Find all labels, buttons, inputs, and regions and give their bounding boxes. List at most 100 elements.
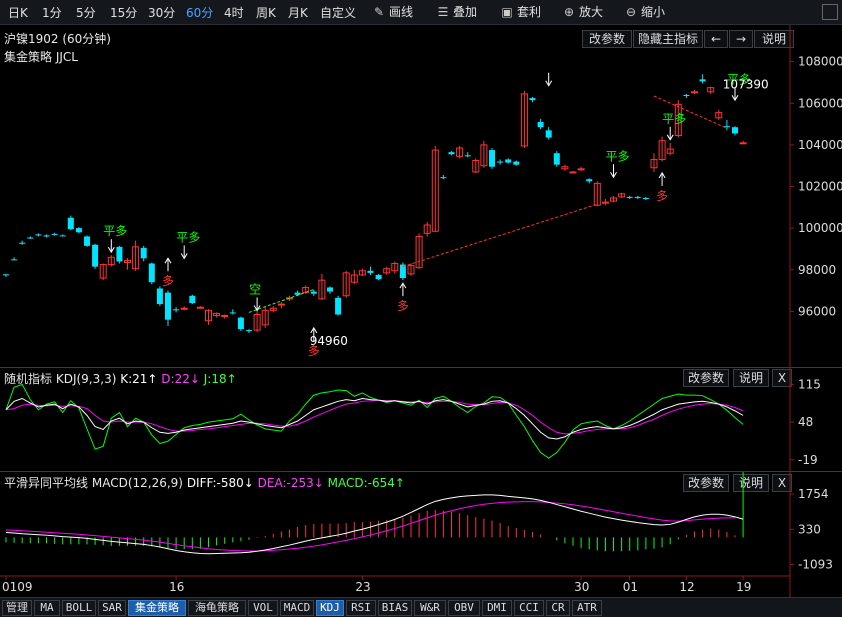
- draw-line-button[interactable]: ✎ 画线: [372, 3, 413, 20]
- overlay-label: 叠加: [453, 5, 478, 19]
- candle-body: [140, 247, 147, 259]
- indicator-tab[interactable]: 海龟策略: [188, 600, 246, 616]
- indicator-tab-bar: 管理 MA BOLL SAR 集金策略 海龟策略 VOL MACD KDJ RSI BIAS W&R O…: [0, 597, 842, 617]
- indicator-tab[interactable]: SAR: [98, 600, 126, 616]
- zoom-in-button[interactable]: ⊕ 放大: [562, 3, 603, 20]
- signal-duo: 多: [397, 299, 409, 313]
- y-tick-label: -19: [798, 453, 818, 467]
- indicator-tab[interactable]: W&R: [414, 600, 446, 616]
- candle-body: [59, 235, 66, 237]
- x-tick-label: 12: [679, 580, 694, 594]
- candle-body: [489, 150, 495, 167]
- candle-body: [577, 168, 585, 171]
- period-30min[interactable]: 30分: [148, 4, 175, 21]
- indicator-tab[interactable]: BOLL: [62, 600, 96, 616]
- candle-body: [626, 196, 633, 198]
- candle-body: [67, 217, 74, 230]
- signal-pingduo: 平多: [176, 230, 200, 244]
- candle-body: [691, 91, 698, 94]
- candle-body: [440, 177, 447, 179]
- period-weekly[interactable]: 周K: [256, 4, 276, 21]
- signal-pingduo: 平多: [606, 149, 630, 163]
- indicator-tab[interactable]: 管理: [2, 600, 32, 616]
- candle-body: [156, 288, 163, 305]
- y-tick-label: 108000: [798, 55, 842, 69]
- candle-body: [545, 130, 552, 138]
- pencil-icon: ✎: [373, 5, 385, 19]
- candle-body: [165, 292, 171, 320]
- zoom-out-label: 缩小: [641, 5, 666, 19]
- y-tick-label: 115: [798, 377, 821, 391]
- candle-body: [148, 263, 155, 283]
- candle-body: [586, 179, 593, 182]
- indicator-tab[interactable]: MACD: [280, 600, 314, 616]
- candle-body: [229, 312, 236, 314]
- low-price-label: 94960: [310, 334, 348, 348]
- period-daily[interactable]: 日K: [8, 4, 28, 21]
- arbitrage-label: 套利: [517, 5, 542, 19]
- indicator-tab[interactable]: ATR: [572, 600, 602, 616]
- indicator-tab[interactable]: KDJ: [316, 600, 344, 616]
- candle-body: [327, 287, 333, 292]
- x-tick-label: 16: [169, 580, 184, 594]
- indicator-tab[interactable]: OBV: [448, 600, 480, 616]
- candle-body: [237, 317, 244, 330]
- candle-body: [3, 274, 9, 276]
- candle-body: [310, 291, 317, 294]
- period-4h[interactable]: 4时: [224, 4, 244, 21]
- period-1min[interactable]: 1分: [42, 4, 62, 21]
- candle-body: [294, 292, 301, 295]
- candle-body: [505, 159, 512, 163]
- candle-body: [19, 242, 26, 244]
- period-15min[interactable]: 15分: [110, 4, 137, 21]
- candle-body: [569, 171, 577, 174]
- bag-icon: ▣: [501, 5, 513, 19]
- draw-line-label: 画线: [389, 5, 414, 19]
- indicator-tab[interactable]: RSI: [346, 600, 376, 616]
- zoom-out-icon: ⊖: [625, 5, 637, 19]
- macd-chart[interactable]: 1754 330 -1093 0109 16 23 30 01 12 19: [0, 472, 842, 597]
- period-monthly[interactable]: 月K: [288, 4, 308, 21]
- arbitrage-button[interactable]: ▣ 套利: [500, 3, 541, 20]
- y-tick-label: 98000: [798, 263, 836, 277]
- period-5min[interactable]: 5分: [76, 4, 96, 21]
- signal-pingduo: 平多: [103, 224, 127, 238]
- y-tick-label: 106000: [798, 96, 842, 110]
- candle-body: [464, 155, 471, 157]
- candle-body: [448, 152, 455, 155]
- candle-body: [116, 246, 123, 262]
- x-tick-label: 01: [623, 580, 638, 594]
- overlay-button[interactable]: ☰ 叠加: [436, 3, 477, 20]
- y-tick-label: 48: [798, 415, 813, 429]
- x-tick-label: 19: [736, 580, 751, 594]
- period-custom[interactable]: 自定义: [320, 4, 356, 21]
- candle-body: [84, 236, 90, 246]
- kdj-chart[interactable]: 115 48 -19: [0, 368, 842, 471]
- candle-body: [335, 297, 342, 315]
- indicator-tab[interactable]: VOL: [248, 600, 278, 616]
- x-tick-label: 0109: [2, 580, 33, 594]
- x-tick-label: 30: [574, 580, 589, 594]
- candle-body: [683, 94, 690, 96]
- candle-body: [739, 142, 747, 145]
- indicator-tab[interactable]: MA: [34, 600, 60, 616]
- period-60min[interactable]: 60分: [186, 4, 213, 21]
- candle-body: [367, 270, 374, 273]
- indicator-tab[interactable]: 集金策略: [128, 600, 186, 616]
- indicator-tab[interactable]: BIAS: [378, 600, 412, 616]
- candlestick-chart[interactable]: 108000 106000 104000 102000 100000 98000 96000…: [0, 25, 842, 367]
- candle-body: [180, 307, 188, 310]
- x-tick-label: 23: [355, 580, 370, 594]
- y-tick-label: -1093: [798, 557, 833, 571]
- candle-body: [699, 79, 706, 82]
- signal-pingduo: 平多: [662, 112, 686, 126]
- indicator-tab[interactable]: CR: [546, 600, 570, 616]
- zoom-out-button[interactable]: ⊖ 缩小: [624, 3, 665, 20]
- indicator-tab[interactable]: DMI: [482, 600, 512, 616]
- signal-duo: 多: [656, 189, 668, 203]
- candle-body: [75, 228, 82, 233]
- restore-window-button[interactable]: [822, 4, 838, 20]
- y-tick-label: 100000: [798, 221, 842, 235]
- candle-body: [246, 330, 252, 332]
- indicator-tab[interactable]: CCI: [514, 600, 544, 616]
